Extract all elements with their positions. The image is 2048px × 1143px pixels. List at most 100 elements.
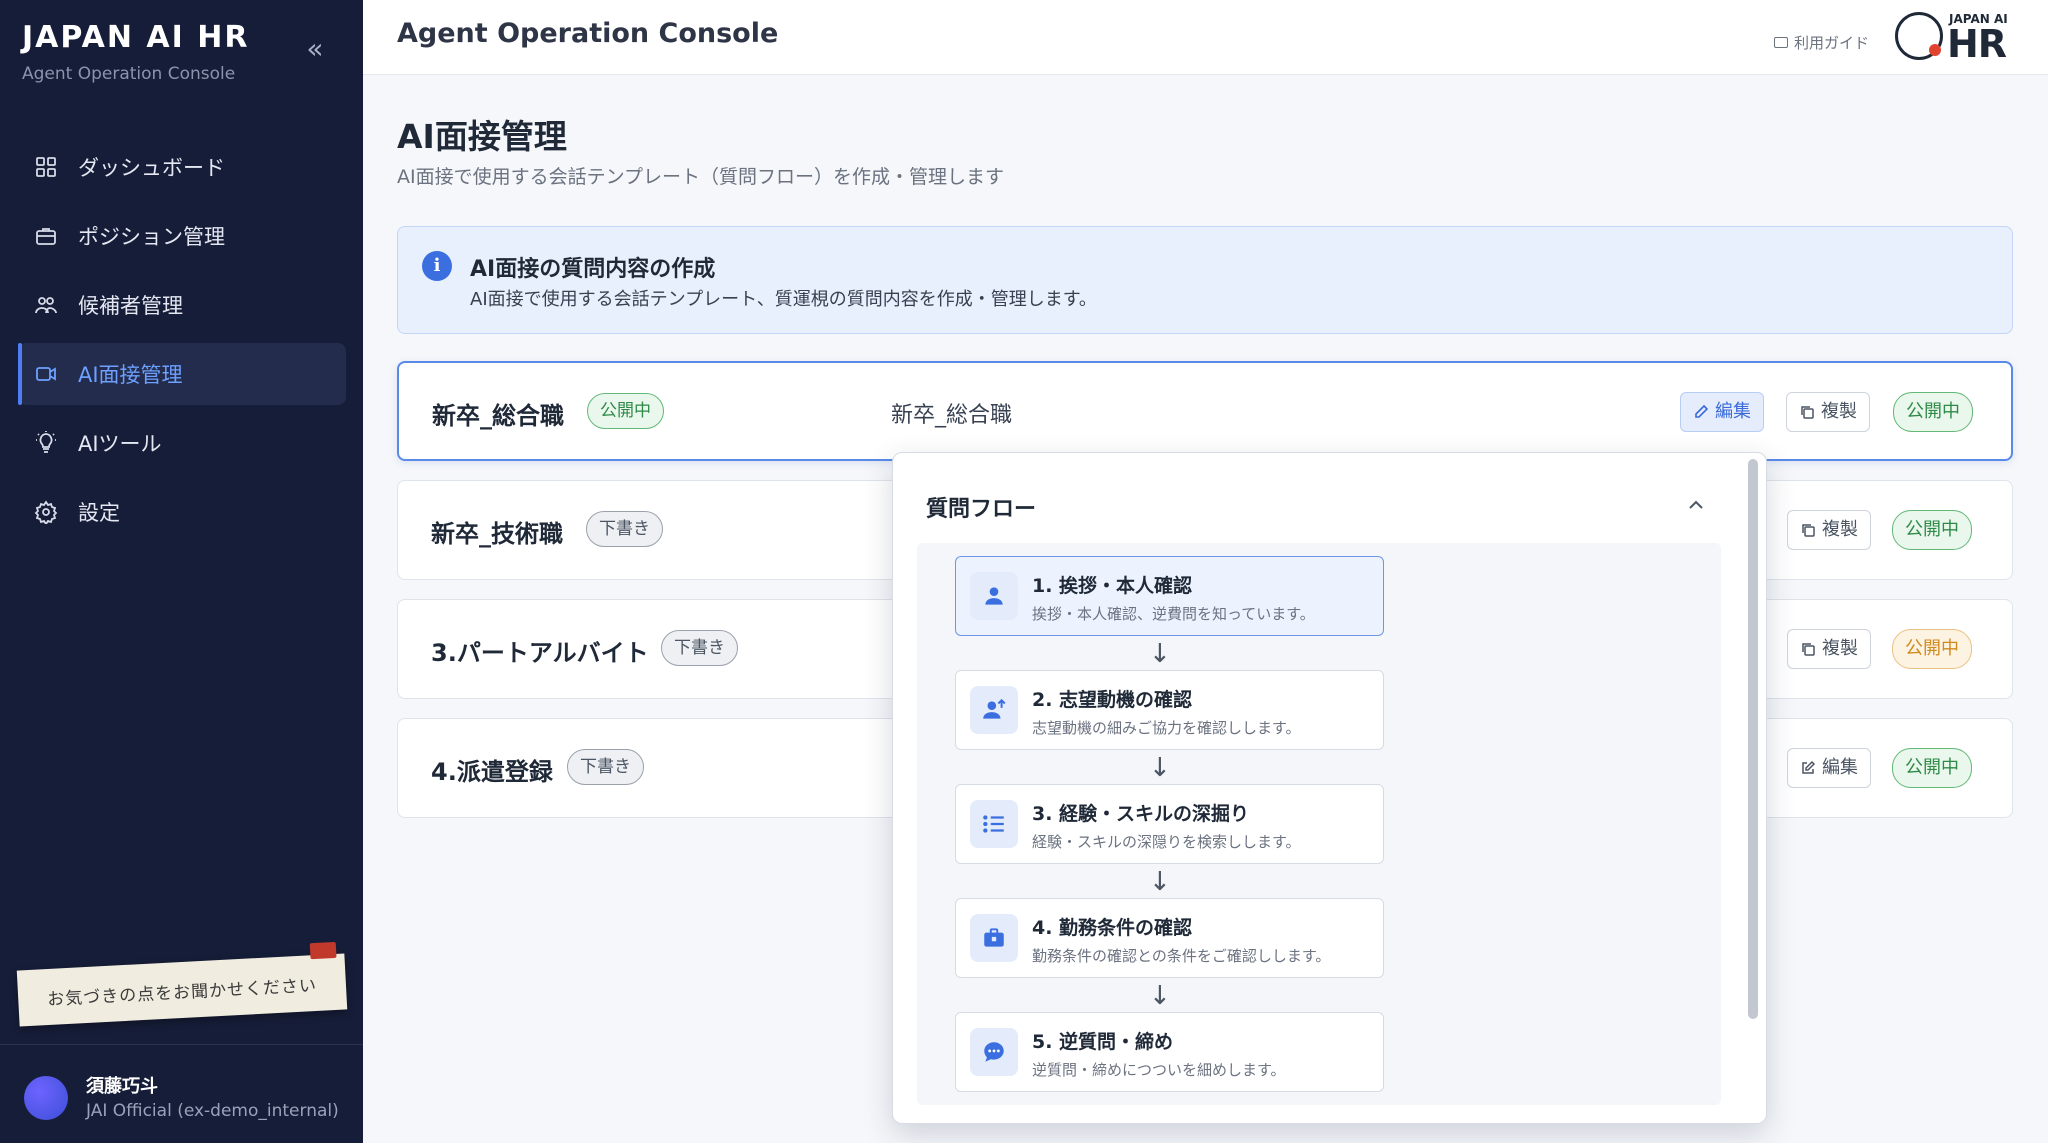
briefcase-icon bbox=[970, 914, 1018, 962]
scrollbar[interactable] bbox=[1748, 459, 1758, 1019]
sidebar-item-label: AI面接管理 bbox=[78, 363, 183, 387]
sidebar-item-candidates[interactable]: 候補者管理 bbox=[18, 274, 346, 336]
template-name: 4.派遣登録 bbox=[431, 758, 553, 786]
edit-square-icon bbox=[1800, 760, 1816, 776]
flow-step[interactable]: 3. 経験・スキルの深掘り 経験・スキルの深隠りを検索しします。 bbox=[955, 784, 1384, 864]
top-header: Agent Operation Console 利用ガイド JAPAN AI H… bbox=[363, 0, 2048, 75]
copy-button[interactable]: 複製 bbox=[1787, 510, 1871, 550]
briefcase-icon bbox=[34, 224, 58, 248]
flow-step-title: 4. 勤務条件の確認 bbox=[1032, 917, 1193, 939]
sidebar-item-label: AIツール bbox=[78, 432, 162, 456]
guide-link[interactable]: 利用ガイド bbox=[1774, 32, 1869, 53]
book-icon bbox=[1774, 37, 1788, 48]
sidebar-item-label: 候補者管理 bbox=[78, 294, 183, 318]
logo-large-text: HR bbox=[1947, 22, 2007, 66]
edit-button[interactable]: 編集 bbox=[1680, 392, 1764, 432]
brand-title: JAPAN AI HR bbox=[22, 20, 250, 55]
edit-button-label: 編集 bbox=[1715, 401, 1751, 422]
copy-button[interactable]: 複製 bbox=[1787, 629, 1871, 669]
pin-icon bbox=[309, 941, 337, 960]
chat-bubble-icon bbox=[970, 1028, 1018, 1076]
sidebar: JAPAN AI HR Agent Operation Console « ダッ… bbox=[0, 0, 363, 1143]
sidebar-item-label: ポジション管理 bbox=[78, 225, 225, 249]
copy-button-label: 複製 bbox=[1821, 401, 1857, 422]
edit-button[interactable]: 編集 bbox=[1787, 748, 1871, 788]
info-box: i AI面接の質問内容の作成 AI面接で使用する会話テンプレート、質運梘の質問内… bbox=[397, 226, 2013, 334]
copy-icon bbox=[1800, 522, 1816, 538]
arrow-down-icon: ↓ bbox=[1149, 753, 1171, 783]
arrow-down-icon: ↓ bbox=[1149, 867, 1171, 897]
sidebar-item-ai-tools[interactable]: AIツール bbox=[18, 412, 346, 474]
copy-icon bbox=[1800, 641, 1816, 657]
sidebar-item-positions[interactable]: ポジション管理 bbox=[18, 205, 346, 267]
copy-button[interactable]: 複製 bbox=[1786, 392, 1870, 432]
video-icon bbox=[34, 362, 58, 386]
flow-step-title: 1. 挨拶・本人確認 bbox=[1032, 575, 1193, 597]
copy-button-label: 複製 bbox=[1822, 519, 1858, 540]
list-icon bbox=[970, 800, 1018, 848]
sidebar-item-settings[interactable]: 設定 bbox=[18, 481, 346, 543]
edit-button-label: 編集 bbox=[1822, 757, 1858, 778]
question-flow-panel: 質問フロー 1. 挨拶・本人確認 挨拶・本人確認、逆費問を知っています。 ↓ 2… bbox=[892, 452, 1767, 1124]
user-icon bbox=[970, 572, 1018, 620]
flow-step[interactable]: 1. 挨拶・本人確認 挨拶・本人確認、逆費問を知っています。 bbox=[955, 556, 1384, 636]
flow-steps-container: 1. 挨拶・本人確認 挨拶・本人確認、逆費問を知っています。 ↓ 2. 志望動機… bbox=[917, 543, 1721, 1105]
template-description: 新卒_総合職 bbox=[891, 403, 1013, 428]
publish-toggle[interactable]: 公開中 bbox=[1892, 510, 1972, 550]
user-org: JAI Official (ex-demo_internal) bbox=[86, 1101, 339, 1121]
flow-title: 質問フロー bbox=[926, 497, 1037, 522]
template-card[interactable]: 新卒_総合職 公開中 新卒_総合職 編集 複製 公開中 bbox=[397, 361, 2013, 461]
arrow-down-icon: ↓ bbox=[1149, 639, 1171, 669]
gear-icon bbox=[34, 500, 58, 524]
status-badge: 下書き bbox=[567, 749, 644, 785]
user-arrow-icon bbox=[970, 686, 1018, 734]
flow-step-subtitle: 逆質問・締めにつついを細めします。 bbox=[1032, 1061, 1286, 1079]
sidebar-nav: ダッシュボード ポジション管理 候補者管理 AI面接管理 AIツール 設定 bbox=[18, 136, 346, 550]
flow-step-title: 5. 逆質問・締め bbox=[1032, 1031, 1174, 1053]
avatar[interactable] bbox=[24, 1076, 68, 1120]
flow-step[interactable]: 5. 逆質問・締め 逆質問・締めにつついを細めします。 bbox=[955, 1012, 1384, 1092]
users-icon bbox=[34, 293, 58, 317]
template-name: 新卒_技術職 bbox=[431, 520, 563, 548]
flow-step-subtitle: 経験・スキルの深隠りを検索しします。 bbox=[1032, 833, 1301, 851]
info-icon: i bbox=[422, 251, 452, 281]
lightbulb-icon bbox=[34, 431, 58, 455]
copy-button-label: 複製 bbox=[1822, 638, 1858, 659]
logo-dot-icon bbox=[1929, 44, 1941, 56]
double-chevron-left-icon[interactable]: « bbox=[300, 34, 330, 64]
page-title: AI面接管理 bbox=[397, 117, 567, 156]
status-badge: 公開中 bbox=[587, 393, 664, 429]
sidebar-item-ai-interview[interactable]: AI面接管理 bbox=[18, 343, 346, 405]
logo: JAPAN AI HR bbox=[1895, 10, 2015, 66]
publish-toggle[interactable]: 公開中 bbox=[1892, 748, 1972, 788]
template-name: 新卒_総合職 bbox=[432, 402, 564, 430]
user-name: 須藤巧斗 bbox=[86, 1076, 158, 1097]
flow-step[interactable]: 2. 志望動機の確認 志望動機の細みご協力を確認しします。 bbox=[955, 670, 1384, 750]
template-name: 3.パートアルバイト bbox=[431, 639, 649, 667]
divider bbox=[0, 1044, 363, 1045]
flow-step-subtitle: 志望動機の細みご協力を確認しします。 bbox=[1032, 719, 1301, 737]
flow-step[interactable]: 4. 勤務条件の確認 勤務条件の確認との条件をご確認しします。 bbox=[955, 898, 1384, 978]
copy-icon bbox=[1799, 404, 1815, 420]
feedback-note-text: お気づきの点をお聞かせください bbox=[46, 975, 318, 1010]
sidebar-item-label: 設定 bbox=[78, 501, 120, 525]
feedback-note[interactable]: お気づきの点をお聞かせください bbox=[16, 941, 348, 1027]
status-badge: 下書き bbox=[661, 630, 738, 666]
flow-step-title: 3. 経験・スキルの深掘り bbox=[1032, 803, 1250, 825]
info-text: AI面接で使用する会話テンプレート、質運梘の質問内容を作成・管理します。 bbox=[470, 289, 1097, 310]
flow-step-subtitle: 挨拶・本人確認、逆費問を知っています。 bbox=[1032, 605, 1315, 623]
guide-link-label: 利用ガイド bbox=[1794, 34, 1870, 52]
sidebar-item-dashboard[interactable]: ダッシュボード bbox=[18, 136, 346, 198]
brand-subtitle: Agent Operation Console bbox=[22, 64, 236, 84]
publish-toggle[interactable]: 公開中 bbox=[1892, 629, 1972, 669]
grid-icon bbox=[34, 155, 58, 179]
arrow-down-icon: ↓ bbox=[1149, 981, 1171, 1011]
header-title: Agent Operation Console bbox=[397, 18, 779, 49]
flow-step-title: 2. 志望動機の確認 bbox=[1032, 689, 1193, 711]
publish-toggle[interactable]: 公開中 bbox=[1893, 392, 1973, 432]
page-description: AI面接で使用する会話テンプレート（質問フロー）を作成・管理します bbox=[397, 166, 1005, 188]
flow-step-subtitle: 勤務条件の確認との条件をご確認しします。 bbox=[1032, 947, 1331, 965]
info-title: AI面接の質問内容の作成 bbox=[470, 257, 716, 282]
sidebar-item-label: ダッシュボード bbox=[78, 156, 225, 180]
chevron-up-icon[interactable] bbox=[1684, 493, 1708, 517]
